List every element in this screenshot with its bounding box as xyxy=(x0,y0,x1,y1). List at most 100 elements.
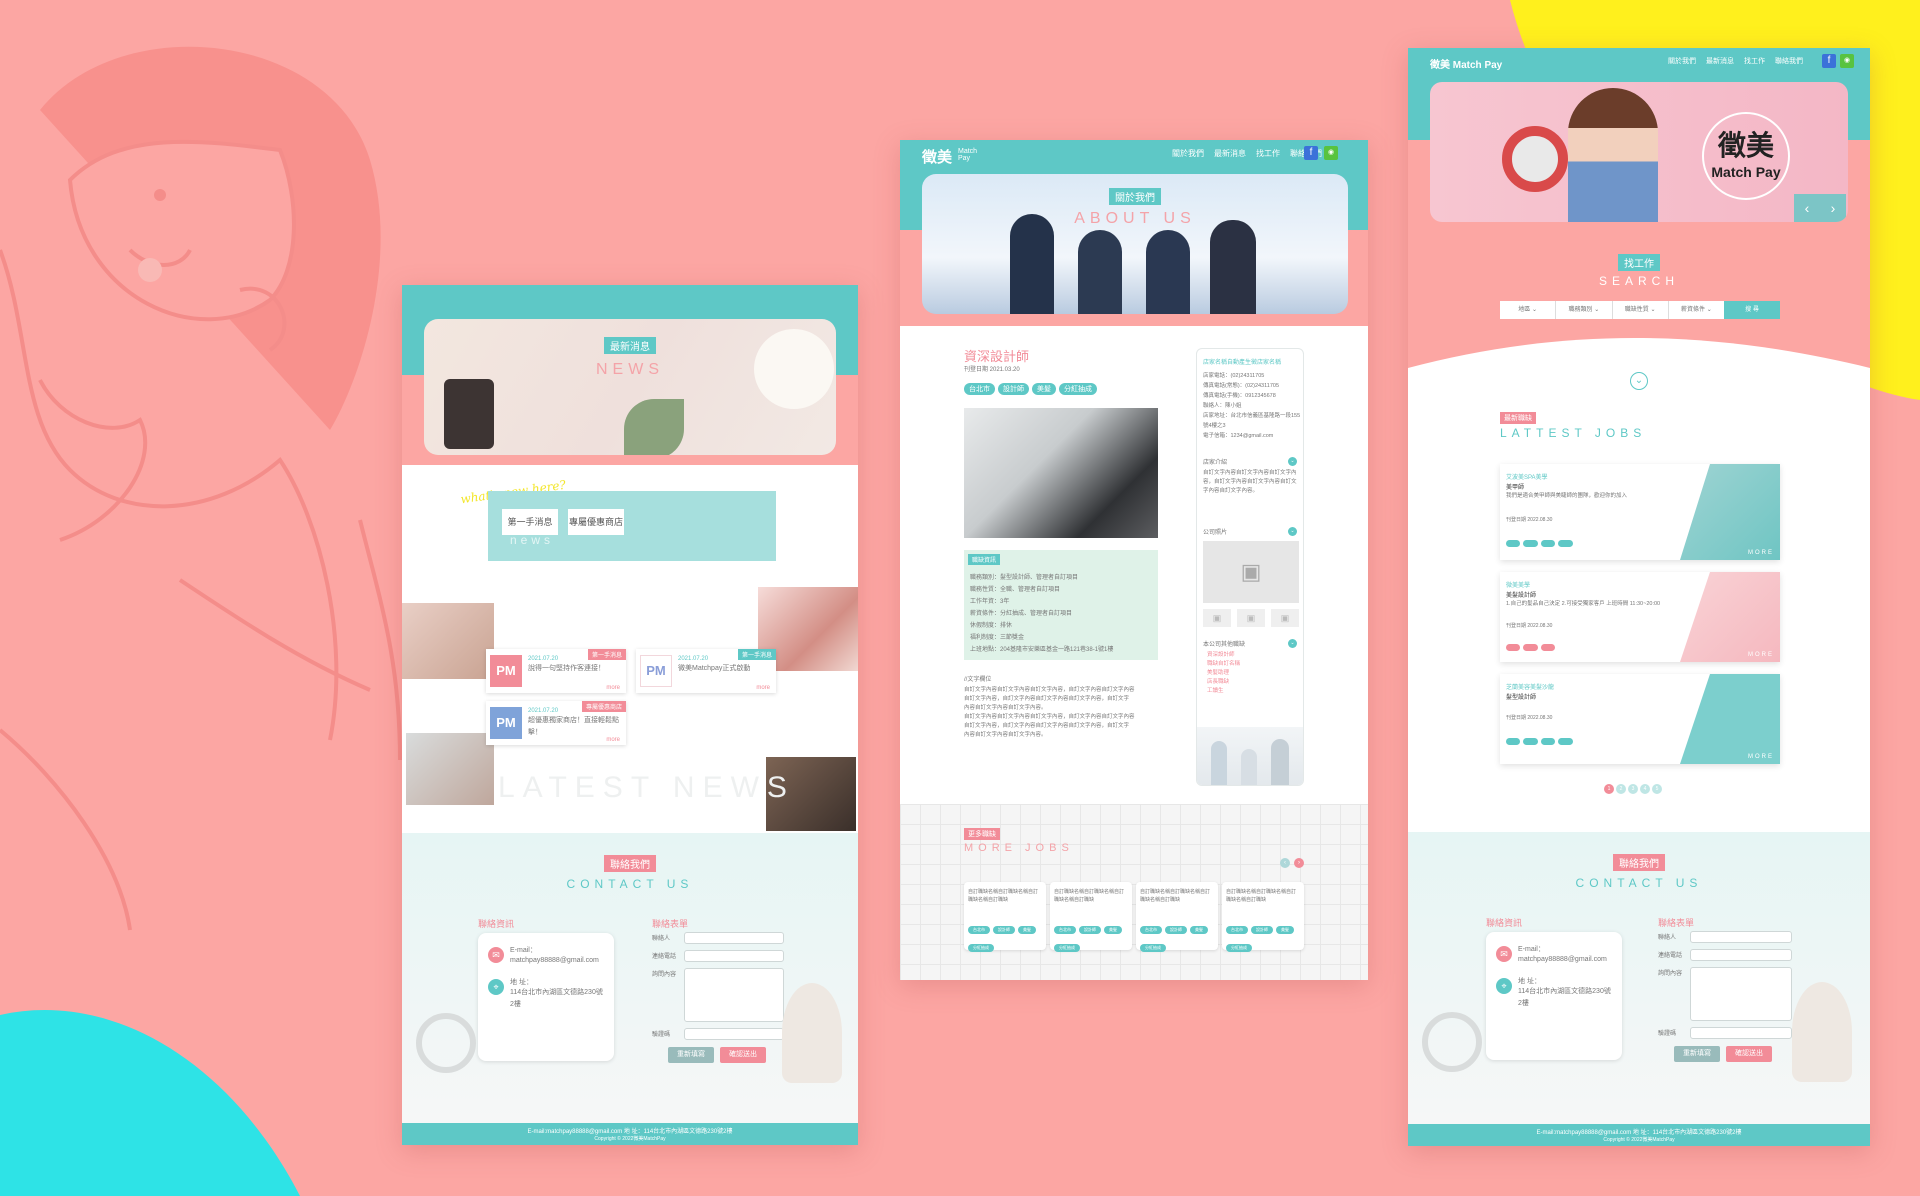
thumbnail-icon[interactable]: ▣ xyxy=(1237,609,1265,627)
page-button[interactable]: 5 xyxy=(1652,784,1662,794)
tag: 美髮 xyxy=(1104,926,1122,934)
news-card-more[interactable]: more xyxy=(606,737,620,743)
center-mockup-job-detail-page: 徵美 Match Pay 關於我們 最新消息 找工作 聯絡我們 f ◉ 關於我們… xyxy=(900,140,1368,980)
nav-contact[interactable]: 聯絡我們 xyxy=(1775,56,1803,66)
chevron-down-icon[interactable]: ⌄ xyxy=(1288,527,1297,536)
search-select-category[interactable]: 職務類別 ⌄ xyxy=(1556,301,1613,319)
reset-button[interactable]: 重新填寫 xyxy=(1674,1046,1720,1062)
news-card-more[interactable]: more xyxy=(606,685,620,691)
contact-en-title: CONTACT US xyxy=(1575,876,1703,890)
captcha-input[interactable] xyxy=(684,1028,784,1040)
news-card[interactable]: PM 第一手消息 2021.07.20 說得一句堅持作客連接！ more xyxy=(486,649,626,693)
next-arrow-icon[interactable]: › xyxy=(1294,858,1304,868)
woman-decoration xyxy=(1568,88,1658,222)
submit-button[interactable]: 確認送出 xyxy=(1726,1046,1772,1062)
search-select-region[interactable]: 地區 ⌄ xyxy=(1500,301,1557,319)
job-card[interactable]: 艾波美SPA美學 美甲師 我們是適合美甲師與美睫師的團隊，歡迎你的加入 刊登日期… xyxy=(1500,464,1780,560)
line-icon[interactable]: ◉ xyxy=(1324,146,1338,160)
nav-about[interactable]: 關於我們 xyxy=(1172,148,1204,159)
other-job-link[interactable]: 店長職缺 xyxy=(1207,678,1240,687)
inquiry-textarea[interactable] xyxy=(684,968,784,1022)
nav-jobs[interactable]: 找工作 xyxy=(1744,56,1765,66)
job-card-date: 刊登日期 2022.08.30 xyxy=(1506,715,1553,721)
detail-line: 工作年資：3年 xyxy=(970,599,1010,605)
tab-exclusive-store[interactable]: 專屬優惠商店 xyxy=(568,509,624,535)
job-title: 資深設計師 xyxy=(964,349,1030,364)
job-card-more[interactable]: MORE xyxy=(1748,652,1774,658)
banner-next-button[interactable]: › xyxy=(1820,194,1846,222)
nav-jobs[interactable]: 找工作 xyxy=(1256,148,1280,159)
job-date: 刊登日期 2021.03.20 xyxy=(964,367,1020,373)
other-job-link[interactable]: 工讀生 xyxy=(1207,687,1240,696)
more-job-card[interactable]: 自訂職缺名稱自訂職缺名稱自訂職缺名稱自訂職缺 台北市 設計師 美髮分紅抽成 xyxy=(1050,882,1132,952)
job-card[interactable]: 芝蘭美容美髮沙龍 髮型設計師 刊登日期 2022.08.30 MORE xyxy=(1500,674,1780,764)
tag: 分紅抽成 xyxy=(968,944,994,952)
news-card-more[interactable]: more xyxy=(756,685,770,691)
center-hero-title: 關於我們 ABOUT US xyxy=(922,188,1348,228)
tag: 台北市 xyxy=(968,926,990,934)
line-icon[interactable]: ◉ xyxy=(1840,54,1854,68)
other-job-link[interactable]: 職缺自訂名稱 xyxy=(1207,660,1240,669)
contact-name-input[interactable] xyxy=(684,932,784,944)
banner-prev-button[interactable]: ‹ xyxy=(1794,194,1820,222)
chevron-down-icon[interactable]: ⌄ xyxy=(1288,457,1297,466)
left-contact-section: 聯絡我們 CONTACT US 聯絡資訊 ✉ E-mail： matchpay8… xyxy=(402,833,858,1123)
left-hero-title: 最新消息 NEWS xyxy=(424,337,836,379)
news-card[interactable]: PM 第一手消息 2021.07.20 微美Matchpay正式啟動 more xyxy=(636,649,776,693)
search-button[interactable]: 搜 尋 xyxy=(1724,301,1780,319)
tab-first-news[interactable]: 第一手消息 xyxy=(502,509,558,535)
job-card-more[interactable]: MORE xyxy=(1748,754,1774,760)
brush-decoration xyxy=(1792,982,1852,1082)
right-contact-section: 聯絡我們 CONTACT US 聯絡資訊 ✉ E-mail： matchpay8… xyxy=(1408,832,1870,1124)
search-select-salary[interactable]: 薪資條件 ⌄ xyxy=(1669,301,1724,319)
detail-line: 薪資條件：分紅抽成、管理者自訂項目 xyxy=(970,611,1073,617)
more-job-card[interactable]: 自訂職缺名稱自訂職缺名稱自訂職缺名稱自訂職缺 台北市 設計師 美髮分紅抽成 xyxy=(1136,882,1218,952)
inquiry-textarea[interactable] xyxy=(1690,967,1792,1021)
search-heading: 找工作 SEARCH xyxy=(1408,254,1870,288)
news-card-tag: 第一手消息 xyxy=(737,649,776,660)
section-store-intro[interactable]: 店家介紹 xyxy=(1203,457,1227,469)
page-button[interactable]: 3 xyxy=(1628,784,1638,794)
job-card[interactable]: 微美美學 美髮設計師 1.自己的髮品自己決定 2.可接受獨家客戶 上班時間 11… xyxy=(1500,572,1780,662)
captcha-input[interactable] xyxy=(1690,1027,1792,1039)
contact-name-input[interactable] xyxy=(1690,931,1792,943)
more-jobs-section: 更多職缺 MORE JOBS ‹ › 自訂職缺名稱自訂職缺名稱自訂職缺名稱自訂職… xyxy=(900,804,1368,980)
scroll-down-icon[interactable]: ⌄ xyxy=(1630,372,1648,390)
job-tags: 台北市 設計師 美髮 分紅抽成 xyxy=(964,378,1100,396)
contact-form-title: 聯絡表單 xyxy=(652,919,689,929)
contact-heading: 聯絡我們 CONTACT US xyxy=(1408,854,1870,890)
news-card[interactable]: PM 專屬優惠商店 2021.07.20 超優惠獨家商店！直接輕鬆點擊！ mor… xyxy=(486,701,626,745)
other-job-link[interactable]: 資深設計師 xyxy=(1207,651,1240,660)
nav-news[interactable]: 最新消息 xyxy=(1706,56,1734,66)
reset-button[interactable]: 重新填寫 xyxy=(668,1047,714,1063)
page-button[interactable]: 1 xyxy=(1604,784,1614,794)
prev-arrow-icon[interactable]: ‹ xyxy=(1280,858,1290,868)
thumbnail-icon[interactable]: ▣ xyxy=(1203,609,1231,627)
facebook-icon[interactable]: f xyxy=(1822,54,1836,68)
chevron-down-icon[interactable]: ⌄ xyxy=(1288,639,1297,648)
page-button[interactable]: 4 xyxy=(1640,784,1650,794)
tag: 分紅抽成 xyxy=(1054,944,1080,952)
tag: 台北市 xyxy=(1226,926,1248,934)
phone-input[interactable] xyxy=(1690,949,1792,961)
nav-news[interactable]: 最新消息 xyxy=(1214,148,1246,159)
phone-input[interactable] xyxy=(684,950,784,962)
other-job-link[interactable]: 美髮助理 xyxy=(1207,669,1240,678)
search-select-label: 職缺性質 xyxy=(1624,307,1649,313)
thumbnail-icon[interactable]: ▣ xyxy=(1271,609,1299,627)
more-job-card[interactable]: 自訂職缺名稱自訂職缺名稱自訂職缺名稱自訂職缺 台北市 設計師 美髮分紅抽成 xyxy=(964,882,1046,952)
section-company-photos[interactable]: 公司照片 xyxy=(1203,527,1227,539)
job-card-more[interactable]: MORE xyxy=(1748,550,1774,556)
page-button[interactable]: 2 xyxy=(1616,784,1626,794)
photo-nail-care xyxy=(402,603,494,679)
section-other-jobs[interactable]: 本公司其他職缺 xyxy=(1203,639,1245,651)
nav-about[interactable]: 關於我們 xyxy=(1668,56,1696,66)
contact-info-title: 聯絡資訊 xyxy=(1486,918,1523,928)
search-select-type[interactable]: 職缺性質 ⌄ xyxy=(1613,301,1669,319)
brush-decoration xyxy=(782,983,842,1083)
facebook-icon[interactable]: f xyxy=(1304,146,1318,160)
job-card-title: 美甲師 xyxy=(1506,485,1525,491)
job-card-desc: 1.自己的髮品自己決定 2.可接受獨家客戶 上班時間 11:30~20:00 xyxy=(1506,601,1661,607)
more-job-card[interactable]: 自訂職缺名稱自訂職缺名稱自訂職缺名稱自訂職缺 台北市 設計師 美髮分紅抽成 xyxy=(1222,882,1304,952)
submit-button[interactable]: 確認送出 xyxy=(720,1047,766,1063)
